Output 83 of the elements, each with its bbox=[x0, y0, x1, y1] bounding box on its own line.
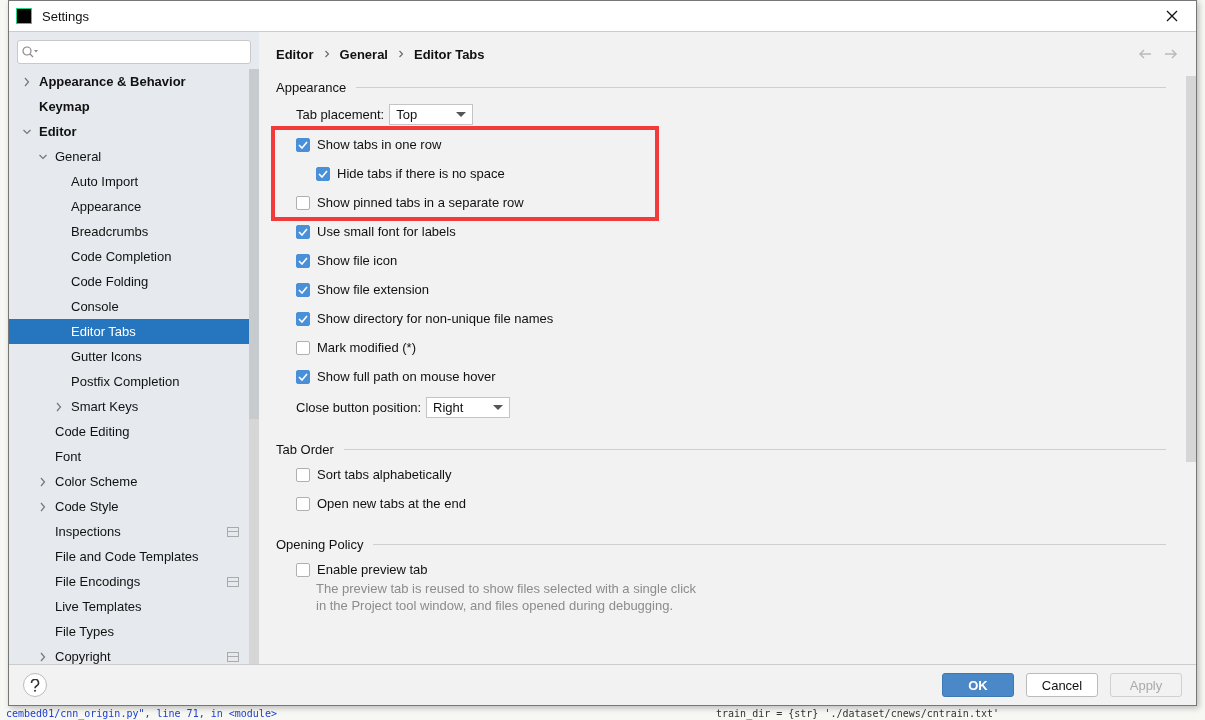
checkbox[interactable] bbox=[296, 340, 310, 355]
tree-item[interactable]: Postfix Completion bbox=[9, 369, 249, 394]
field-label: Tab placement: bbox=[296, 106, 385, 122]
checkbox-label: Use small font for labels bbox=[317, 224, 456, 239]
chevron-right-icon[interactable] bbox=[23, 76, 31, 87]
checkbox-label: Show file icon bbox=[317, 253, 398, 268]
dialog-button[interactable]: OK bbox=[942, 673, 1014, 697]
scrollbar[interactable] bbox=[249, 69, 259, 664]
checkbox-label: Show pinned tabs in a separate row bbox=[317, 195, 524, 210]
chevron-right-icon bbox=[323, 50, 330, 58]
tree-item[interactable]: Editor Tabs bbox=[9, 319, 249, 344]
chevron-right-icon[interactable] bbox=[55, 401, 63, 412]
checkbox[interactable] bbox=[296, 369, 310, 384]
checkbox-label: Enable preview tab bbox=[317, 562, 428, 577]
section-title: Appearance bbox=[276, 79, 347, 95]
tree-item[interactable]: Code Completion bbox=[9, 244, 249, 269]
help-button[interactable] bbox=[23, 673, 47, 697]
checkbox-label: Show full path on mouse hover bbox=[317, 369, 496, 384]
checkbox-label: Mark modified (*) bbox=[317, 340, 416, 355]
checkbox[interactable] bbox=[296, 311, 310, 326]
tree-item[interactable]: Font bbox=[9, 444, 249, 469]
tree-item[interactable]: Live Templates bbox=[9, 594, 249, 619]
search-field[interactable] bbox=[17, 40, 251, 64]
tree-item[interactable]: Breadcrumbs bbox=[9, 219, 249, 244]
tree-item[interactable]: File and Code Templates bbox=[9, 544, 249, 569]
app-logo-icon bbox=[16, 8, 32, 24]
tree-item[interactable]: File Encodings bbox=[9, 569, 249, 594]
breadcrumb-link[interactable]: General bbox=[339, 46, 388, 62]
tree-item[interactable]: Appearance bbox=[9, 194, 249, 219]
caret-icon bbox=[493, 404, 504, 410]
section-title: Tab Order bbox=[276, 441, 334, 457]
chevron-right-icon[interactable] bbox=[39, 501, 47, 512]
tree-item[interactable]: File Types bbox=[9, 619, 249, 644]
caret-icon bbox=[456, 111, 467, 117]
code-line: cembed01/cnn_origin.py", line 71, in <module> bbox=[5, 707, 278, 720]
tree-item[interactable]: General bbox=[9, 144, 249, 169]
dropdown[interactable]: Top bbox=[389, 103, 474, 125]
code-line: train_dir = {str} './dataset/cnews/cntrain.txt' bbox=[715, 707, 1000, 720]
dialog-button[interactable]: Cancel bbox=[1026, 673, 1098, 697]
chevron-right-icon[interactable] bbox=[39, 651, 47, 662]
breadcrumb-link[interactable]: Editor bbox=[276, 46, 314, 62]
question-mark-icon bbox=[30, 678, 40, 692]
checkbox-label: Open new tabs at the end bbox=[317, 496, 466, 511]
search-icon bbox=[22, 46, 40, 58]
tree-item[interactable]: Editor bbox=[9, 119, 249, 144]
checkbox-label: Show tabs in one row bbox=[317, 137, 442, 152]
tree-item[interactable]: Keymap bbox=[9, 94, 249, 119]
dropdown[interactable]: Right bbox=[426, 396, 511, 418]
tree-item[interactable]: Copyright bbox=[9, 644, 249, 664]
tree-item[interactable]: Color Scheme bbox=[9, 469, 249, 494]
checkbox[interactable] bbox=[296, 137, 310, 152]
section-title: Opening Policy bbox=[276, 536, 364, 552]
breadcrumb-link[interactable]: Editor Tabs bbox=[414, 46, 485, 62]
window-title: Settings bbox=[42, 8, 90, 24]
checkbox[interactable] bbox=[296, 253, 310, 268]
checkbox[interactable] bbox=[296, 224, 310, 239]
back-arrow-icon[interactable] bbox=[1138, 49, 1152, 59]
tree-item[interactable]: Gutter Icons bbox=[9, 344, 249, 369]
tree-item[interactable]: Console bbox=[9, 294, 249, 319]
checkbox-label: Sort tabs alphabetically bbox=[317, 467, 452, 482]
tree-item[interactable]: Code Folding bbox=[9, 269, 249, 294]
tree-item[interactable]: Appearance & Behavior bbox=[9, 69, 249, 94]
tree-item[interactable]: Code Editing bbox=[9, 419, 249, 444]
forward-arrow-icon[interactable] bbox=[1164, 49, 1178, 59]
checkbox-label: Show file extension bbox=[317, 282, 429, 297]
description-text: The preview tab is reused to show files selected with a single click in the Project tool window, and files opened during debugging. bbox=[315, 580, 698, 614]
checkbox[interactable] bbox=[316, 166, 330, 181]
checkbox-label: Show directory for non-unique file names bbox=[317, 311, 554, 326]
checkbox[interactable] bbox=[296, 467, 310, 482]
scrollbar[interactable] bbox=[1186, 76, 1196, 462]
tree-item[interactable]: Smart Keys bbox=[9, 394, 249, 419]
chevron-right-icon[interactable] bbox=[39, 476, 47, 487]
tree-item[interactable]: Inspections bbox=[9, 519, 249, 544]
checkbox[interactable] bbox=[296, 282, 310, 297]
checkbox-label: Hide tabs if there is no space bbox=[337, 166, 505, 181]
close-icon[interactable] bbox=[1166, 10, 1178, 22]
field-label: Close button position: bbox=[296, 399, 422, 415]
checkbox[interactable] bbox=[296, 496, 310, 511]
tree-item[interactable]: Code Style bbox=[9, 494, 249, 519]
checkbox[interactable] bbox=[296, 195, 310, 210]
chevron-right-icon bbox=[398, 50, 404, 58]
tree-item[interactable]: Auto Import bbox=[9, 169, 249, 194]
checkbox[interactable] bbox=[296, 562, 310, 577]
